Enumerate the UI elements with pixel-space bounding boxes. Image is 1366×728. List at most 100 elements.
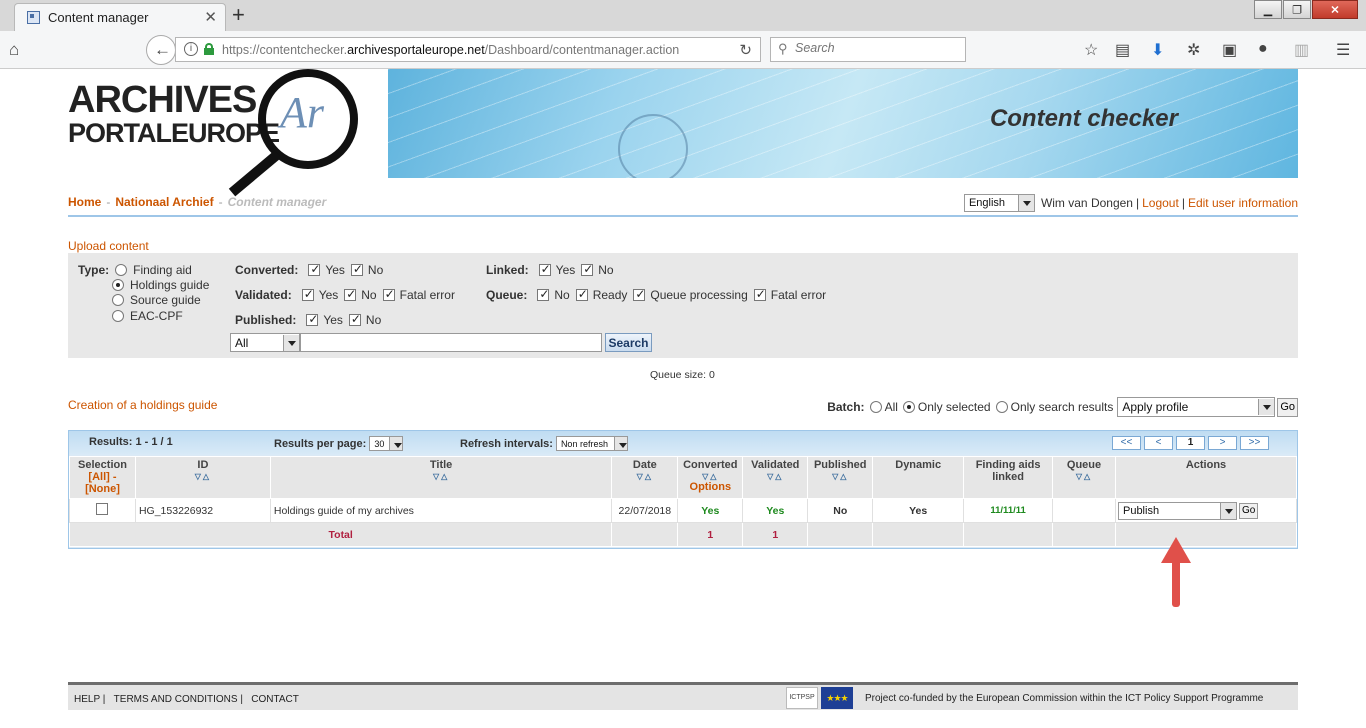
converted-no-checkbox[interactable] (350, 262, 363, 276)
sort-icon[interactable]: ▽△ (136, 472, 270, 481)
sort-icon[interactable]: ▽△ (612, 472, 677, 481)
batch-search-radio[interactable] (995, 401, 1008, 413)
queue-no-checkbox[interactable] (537, 287, 549, 301)
library-icon[interactable]: ▥ (1294, 40, 1309, 60)
reading-list-icon[interactable]: ▤ (1115, 40, 1130, 60)
linked-yes-checkbox[interactable] (538, 262, 551, 276)
results-panel: Results: 1 - 1 / 1 Results per page: 30 R… (68, 430, 1298, 549)
chevron-down-icon (1017, 195, 1034, 211)
eu-flag-icon: ★★★ (821, 687, 853, 709)
extension-icon[interactable]: ✲ (1187, 40, 1200, 60)
minimize-button[interactable]: ▁ (1254, 0, 1282, 19)
row-converted: Yes (677, 498, 744, 523)
type-radio-holdings-guide[interactable] (112, 279, 124, 291)
funding-text: Project co-funded by the European Commis… (865, 693, 1264, 704)
upload-content-link[interactable]: Upload content (68, 239, 149, 253)
col-finding-aids: Finding aids linked (963, 456, 1054, 499)
browser-tab[interactable]: Content manager ✕ (14, 3, 226, 31)
results-table: Selection [All] - [None] ID ▽△ Title ▽△ Dat… (68, 456, 1298, 547)
sort-icon[interactable]: ▽△ (678, 472, 742, 481)
back-arrow-icon: ← (154, 40, 171, 59)
reload-icon[interactable]: ↻ (739, 41, 752, 59)
menu-icon[interactable]: ☰ (1336, 40, 1350, 60)
tab-title: Content manager (48, 10, 149, 25)
options-link[interactable]: Options (690, 481, 732, 493)
row-action-select[interactable]: Publish (1117, 501, 1237, 520)
language-select[interactable]: English (963, 194, 1035, 212)
filter-panel: Type: Finding aid Holdings guide Source g… (68, 253, 1298, 358)
sort-icon[interactable]: ▽△ (743, 472, 807, 481)
tab-close-icon[interactable]: ✕ (204, 8, 217, 26)
row-finding-aids: 11/11/11 (963, 498, 1054, 523)
queue-size: Queue size: 0 (650, 369, 715, 381)
logout-link[interactable]: Logout (1142, 196, 1179, 210)
home-icon[interactable]: ⌂ (9, 40, 19, 60)
site-logo[interactable]: ARCHIVES PORTALEUROPE Ar (68, 69, 388, 197)
maximize-button[interactable]: ❐ (1283, 0, 1311, 19)
download-icon[interactable]: ⬇ (1151, 40, 1164, 60)
search-scope-select[interactable]: All (230, 333, 300, 352)
refresh-select[interactable]: Non refresh (555, 436, 628, 451)
close-window-button[interactable]: ✕ (1312, 0, 1358, 19)
sort-icon[interactable]: ▽△ (1053, 472, 1115, 481)
col-actions: Actions (1114, 456, 1298, 499)
per-page-select[interactable]: 30 (369, 436, 404, 451)
select-none-link[interactable]: [None] (85, 483, 120, 495)
create-holdings-guide-link[interactable]: Creation of a holdings guide (68, 398, 217, 412)
contact-link[interactable]: CONTACT (251, 694, 299, 705)
row-select-checkbox[interactable] (96, 503, 109, 515)
url-text[interactable]: https://contentchecker.archivesportaleur… (222, 43, 679, 57)
validated-yes-checkbox[interactable] (301, 287, 314, 301)
queue-processing-checkbox[interactable] (633, 287, 645, 301)
search-button[interactable]: Search (605, 333, 652, 352)
sort-icon[interactable]: ▽△ (808, 472, 872, 481)
logo-line2: PORTALEUROPE (68, 118, 280, 148)
terms-link[interactable]: TERMS AND CONDITIONS | (114, 694, 243, 705)
type-radio-source-guide[interactable] (112, 294, 124, 306)
linked-no-checkbox[interactable] (581, 262, 593, 276)
breadcrumb-archive[interactable]: Nationaal Archief (115, 195, 213, 209)
bookmark-star-icon[interactable]: ☆ (1084, 40, 1098, 60)
search-icon: ⚲ (778, 41, 788, 56)
converted-yes-checkbox[interactable] (308, 262, 320, 276)
queue-fatal-checkbox[interactable] (753, 287, 766, 301)
header-banner: Content checker (388, 69, 1298, 178)
queue-ready-checkbox[interactable] (575, 287, 588, 301)
validated-fatal-checkbox[interactable] (382, 287, 395, 301)
batch-go-button[interactable]: Go (1277, 397, 1298, 417)
current-page-input[interactable]: 1 (1176, 436, 1205, 450)
new-tab-icon[interactable]: + (232, 2, 245, 28)
addon-icon[interactable]: ● (1258, 40, 1268, 58)
sidebar-icon[interactable]: ▣ (1222, 40, 1237, 60)
browser-search-bar[interactable]: ⚲ (770, 37, 966, 62)
banner-title: Content checker (989, 105, 1178, 132)
browser-search-input[interactable] (795, 41, 955, 55)
batch-profile-select[interactable]: Apply profile (1117, 397, 1276, 417)
url-bar[interactable]: i https://contentchecker.archivesportale… (175, 37, 761, 62)
edit-user-link[interactable]: Edit user information (1188, 196, 1298, 210)
search-input[interactable] (300, 333, 602, 352)
back-button[interactable]: ← (146, 35, 176, 65)
col-title: Title ▽△ (269, 456, 613, 499)
breadcrumb-home[interactable]: Home (68, 195, 101, 209)
type-radio-finding-aid[interactable] (115, 264, 128, 276)
prev-page-button[interactable]: < (1144, 436, 1173, 450)
batch-all-radio[interactable] (869, 401, 882, 413)
published-no-checkbox[interactable] (348, 312, 361, 326)
row-action-go-button[interactable]: Go (1238, 502, 1259, 519)
last-page-button[interactable]: >> (1240, 436, 1269, 450)
info-icon[interactable]: i (184, 42, 198, 56)
total-converted: 1 (677, 522, 744, 547)
sort-icon[interactable]: ▽△ (271, 472, 611, 481)
row-select-cell (69, 498, 136, 523)
type-radio-eac-cpf[interactable] (112, 310, 124, 322)
next-page-button[interactable]: > (1208, 436, 1237, 450)
col-queue: Queue ▽△ (1052, 456, 1116, 499)
annotation-arrow-icon (1161, 537, 1191, 609)
batch-selected-radio[interactable] (902, 401, 915, 413)
validated-no-checkbox[interactable] (344, 287, 356, 301)
first-page-button[interactable]: << (1112, 436, 1141, 450)
published-yes-checkbox[interactable] (306, 312, 318, 326)
help-link[interactable]: HELP | (74, 694, 105, 705)
select-all-link[interactable]: [All] (88, 471, 109, 483)
